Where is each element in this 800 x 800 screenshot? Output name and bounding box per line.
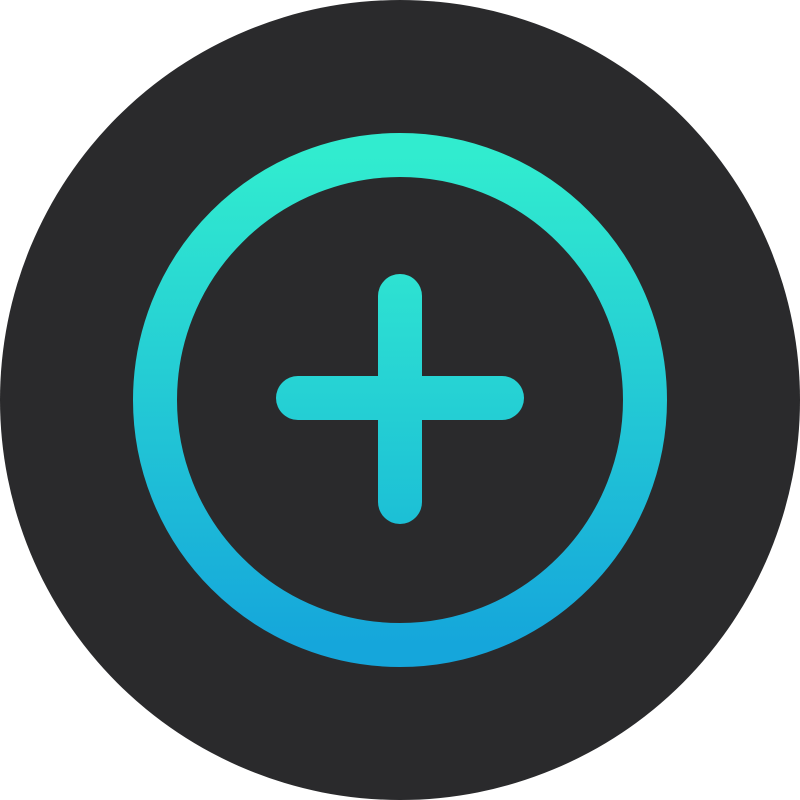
plus-circle-icon <box>133 133 667 667</box>
app-icon[interactable] <box>0 0 800 800</box>
